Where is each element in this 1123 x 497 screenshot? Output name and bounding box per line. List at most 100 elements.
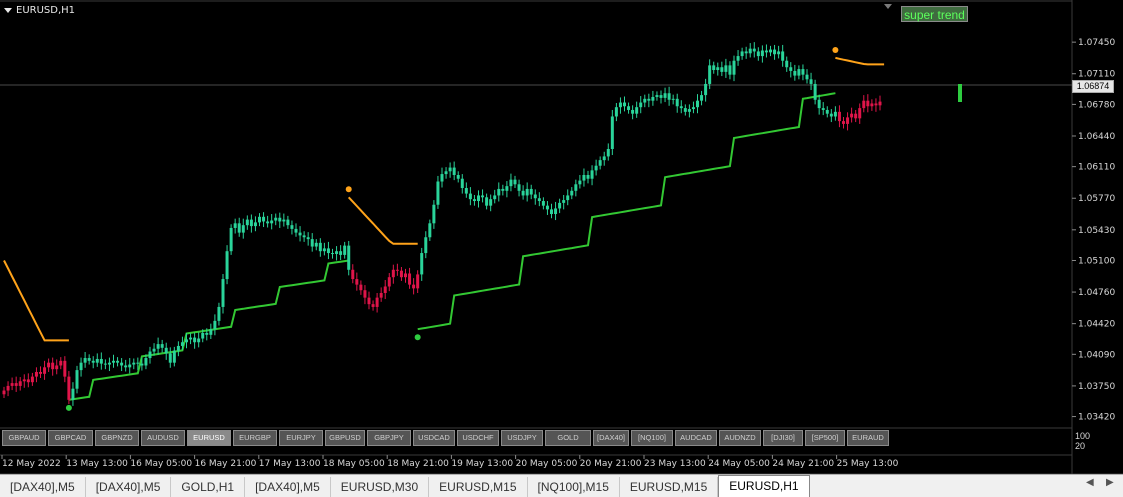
super-trend-button[interactable]: super trend xyxy=(901,6,968,22)
symbol-button-eurgbp[interactable]: EURGBP xyxy=(233,430,277,446)
candle-body xyxy=(821,108,825,110)
candle-body xyxy=(318,242,322,252)
candle-body xyxy=(793,70,797,76)
candle-body xyxy=(643,98,647,103)
candle-body xyxy=(777,51,781,55)
candle-body xyxy=(213,320,217,330)
symbol-button-gbpcad[interactable]: GBPCAD xyxy=(48,430,93,446)
tab-scroll-left-icon[interactable]: ◀ xyxy=(1086,477,1094,488)
symbol-button-usdcad[interactable]: USDCAD xyxy=(413,430,455,446)
chart-tab[interactable]: EURUSD,M30 xyxy=(331,477,430,497)
candle-body xyxy=(825,109,829,114)
candle-body xyxy=(120,362,124,366)
candle-body xyxy=(448,167,452,172)
candle-body xyxy=(363,290,367,298)
candle-body xyxy=(258,216,261,223)
symbol-button-gbpusd[interactable]: GBPUSD xyxy=(325,430,365,446)
symbol-button-audnzd[interactable]: AUDNZD xyxy=(719,430,761,446)
chart-tab[interactable]: [DAX40],M5 xyxy=(0,477,86,497)
chart-tab[interactable]: [NQ100],M15 xyxy=(528,477,620,497)
candle-body xyxy=(618,102,622,108)
symbol-button-usdchf[interactable]: USDCHF xyxy=(457,430,499,446)
candle-body xyxy=(103,363,107,365)
chart-tab[interactable]: EURUSD,M15 xyxy=(429,477,528,497)
candle-body xyxy=(107,362,111,365)
candle-body xyxy=(270,220,274,224)
symbol-button-nq100[interactable]: [NQ100] xyxy=(631,430,673,446)
candle-body xyxy=(201,332,205,339)
chart-tab[interactable]: EURUSD,M15 xyxy=(620,477,719,497)
candle-body xyxy=(533,194,537,199)
candle-body xyxy=(631,109,635,114)
symbol-button-gbpnzd[interactable]: GBPNZD xyxy=(95,430,139,446)
symbol-button-gbpaud[interactable]: GBPAUD xyxy=(2,430,46,446)
time-tick-label: 20 May 05:00 xyxy=(516,459,578,469)
candle-body xyxy=(691,107,695,110)
candle-body xyxy=(245,219,249,226)
price-tick-label: 1.07110 xyxy=(1078,70,1115,80)
candle-body xyxy=(489,199,493,206)
symbol-button-audusd[interactable]: AUDUSD xyxy=(141,430,185,446)
symbol-button-dax40[interactable]: [DAX40] xyxy=(593,430,629,446)
symbol-button-gold[interactable]: GOLD xyxy=(545,430,591,446)
symbol-button-gbpjpy[interactable]: GBPJPY xyxy=(367,430,411,446)
candle-body xyxy=(610,116,614,149)
candle-body xyxy=(355,279,359,285)
candle-body xyxy=(837,111,841,122)
chart-tab[interactable]: EURUSD,H1 xyxy=(718,475,810,497)
candle-body xyxy=(639,102,643,108)
candle-body xyxy=(752,48,756,52)
candle-body xyxy=(655,95,659,97)
symbol-button-usdjpy[interactable]: USDJPY xyxy=(501,430,543,446)
time-tick-label: 12 May 2022 xyxy=(2,459,61,469)
candle-body xyxy=(217,306,221,321)
candle-body xyxy=(846,117,850,124)
candle-body xyxy=(140,363,144,366)
price-chart[interactable]: 1.07450 1.07110 1.06780 1.06440 1.06110 1.057… xyxy=(0,0,1123,474)
candle-body xyxy=(302,235,306,238)
chart-menu-arrow-icon[interactable] xyxy=(4,8,12,13)
chart-frame xyxy=(0,0,1123,474)
candle-body xyxy=(683,108,687,112)
candle-body xyxy=(716,67,720,71)
symbol-button-euraud[interactable]: EURAUD xyxy=(847,430,889,446)
candle-body xyxy=(43,367,47,374)
chart-tab[interactable]: GOLD,H1 xyxy=(171,477,246,497)
symbol-button-dji30[interactable]: [DJI30] xyxy=(763,430,803,446)
candle-body xyxy=(602,156,606,161)
symbol-button-eurjpy[interactable]: EURJPY xyxy=(279,430,323,446)
candle-body xyxy=(874,103,878,106)
candle-body xyxy=(286,219,290,226)
candle-body xyxy=(541,201,545,206)
trend-down-dot xyxy=(832,46,839,53)
candle-body xyxy=(537,198,541,202)
candle-body xyxy=(116,360,120,363)
candle-body xyxy=(870,103,874,107)
candle-body xyxy=(55,365,59,370)
candle-body xyxy=(310,239,314,247)
candle-body xyxy=(517,184,521,191)
symbol-button-eurusd[interactable]: EURUSD xyxy=(187,430,231,446)
candle-body xyxy=(460,178,464,189)
chart-tab[interactable]: [DAX40],M5 xyxy=(245,477,331,497)
symbol-button-sp500[interactable]: [SP500] xyxy=(805,430,845,446)
chart-window[interactable]: 1.07450 1.07110 1.06780 1.06440 1.06110 1.057… xyxy=(0,0,1123,474)
candle-body xyxy=(614,107,618,117)
candle-body xyxy=(160,344,164,348)
subwindow-level-low: 20 xyxy=(1075,441,1086,451)
price-tick-label: 1.05770 xyxy=(1078,194,1115,204)
price-tick-label: 1.04760 xyxy=(1078,288,1115,298)
candle-body xyxy=(513,179,517,185)
tab-scroll-right-icon[interactable]: ▶ xyxy=(1106,477,1114,488)
candle-body xyxy=(606,148,610,157)
shift-marker-icon[interactable] xyxy=(884,4,892,9)
candle-body xyxy=(416,274,420,289)
symbol-button-audcad[interactable]: AUDCAD xyxy=(675,430,717,446)
candle-body xyxy=(266,221,270,224)
chart-tab[interactable]: [DAX40],M5 xyxy=(86,477,172,497)
candle-body xyxy=(67,376,71,400)
candle-body xyxy=(351,269,355,280)
candle-body xyxy=(278,217,282,222)
candle-body xyxy=(635,107,639,114)
candle-body xyxy=(18,381,22,386)
